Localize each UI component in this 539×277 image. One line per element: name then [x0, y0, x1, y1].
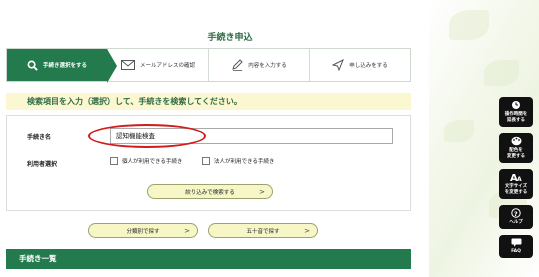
checkbox-box[interactable]	[110, 157, 118, 165]
accessibility-sidebar: 操作時間を 延長する 配色を 変更する AA 文字サイズ を変更する ? ヘルプ…	[499, 97, 533, 264]
step-enter-content: 内容を入力する	[208, 49, 309, 81]
faq-button[interactable]: FAQ	[499, 235, 533, 258]
chevron-right-icon: >	[259, 187, 265, 196]
button-label: 絞り込みで検索する	[185, 189, 235, 196]
button-label: 五十音で探す	[246, 228, 280, 235]
individual-checkbox[interactable]: 個人が利用できる手続き	[110, 157, 182, 165]
user-type-label: 利用者選択	[27, 161, 58, 168]
filter-search-button[interactable]: 絞り込みで検索する >	[147, 184, 273, 199]
help-icon: ?	[500, 208, 532, 218]
palette-icon	[500, 136, 532, 146]
chevron-right-icon: >	[304, 226, 310, 235]
chevron-right-icon: >	[184, 226, 190, 235]
search-icon	[27, 60, 38, 71]
step-progress: 手続き選択をする メールアドレスの確認 内容を入力する 申し込みをする	[6, 48, 411, 83]
search-panel: 手続き名 認知機能検査 利用者選択 個人が利用できる手続き 法人が利用できる手続…	[6, 115, 411, 211]
procedure-name-label: 手続き名	[27, 134, 52, 141]
change-color-button[interactable]: 配色を 変更する	[499, 133, 533, 163]
help-button[interactable]: ? ヘルプ	[499, 205, 533, 229]
svg-text:A: A	[517, 176, 522, 182]
step-confirm-email: メールアドレスの確認	[107, 49, 208, 81]
step-apply: 申し込みをする	[309, 49, 410, 81]
highlight-annotation	[88, 124, 206, 148]
step-select-procedure: 手続き選択をする	[7, 49, 117, 83]
mail-icon	[120, 60, 135, 70]
step-label: メールアドレスの確認	[139, 63, 195, 69]
pencil-icon	[231, 59, 243, 71]
browse-by-category-button[interactable]: 分類別で探す >	[88, 223, 198, 238]
step-label: 内容を入力する	[248, 63, 287, 69]
page-title: 手続き申込	[207, 33, 253, 43]
clock-icon	[500, 100, 532, 110]
step-label: 手続き選択をする	[42, 63, 87, 69]
send-icon	[332, 59, 345, 71]
svg-text:?: ?	[514, 210, 518, 218]
checkbox-label: 個人が利用できる手続き	[122, 159, 183, 165]
extend-time-button[interactable]: 操作時間を 延長する	[499, 97, 533, 127]
faq-icon	[500, 238, 532, 247]
corporate-checkbox[interactable]: 法人が利用できる手続き	[202, 157, 274, 165]
checkbox-box[interactable]	[202, 157, 210, 165]
step-label: 申し込みをする	[349, 63, 388, 69]
text-size-button[interactable]: AA 文字サイズ を変更する	[499, 169, 533, 199]
checkbox-label: 法人が利用できる手続き	[214, 159, 275, 165]
text-size-icon: AA	[500, 172, 532, 182]
button-label: 分類別で探す	[126, 228, 160, 235]
search-instruction: 検索項目を入力（選択）して、手続きを検索してください。	[6, 93, 411, 110]
procedure-list-heading: 手続き一覧	[6, 249, 411, 269]
browse-by-kana-button[interactable]: 五十音で探す >	[208, 223, 318, 238]
